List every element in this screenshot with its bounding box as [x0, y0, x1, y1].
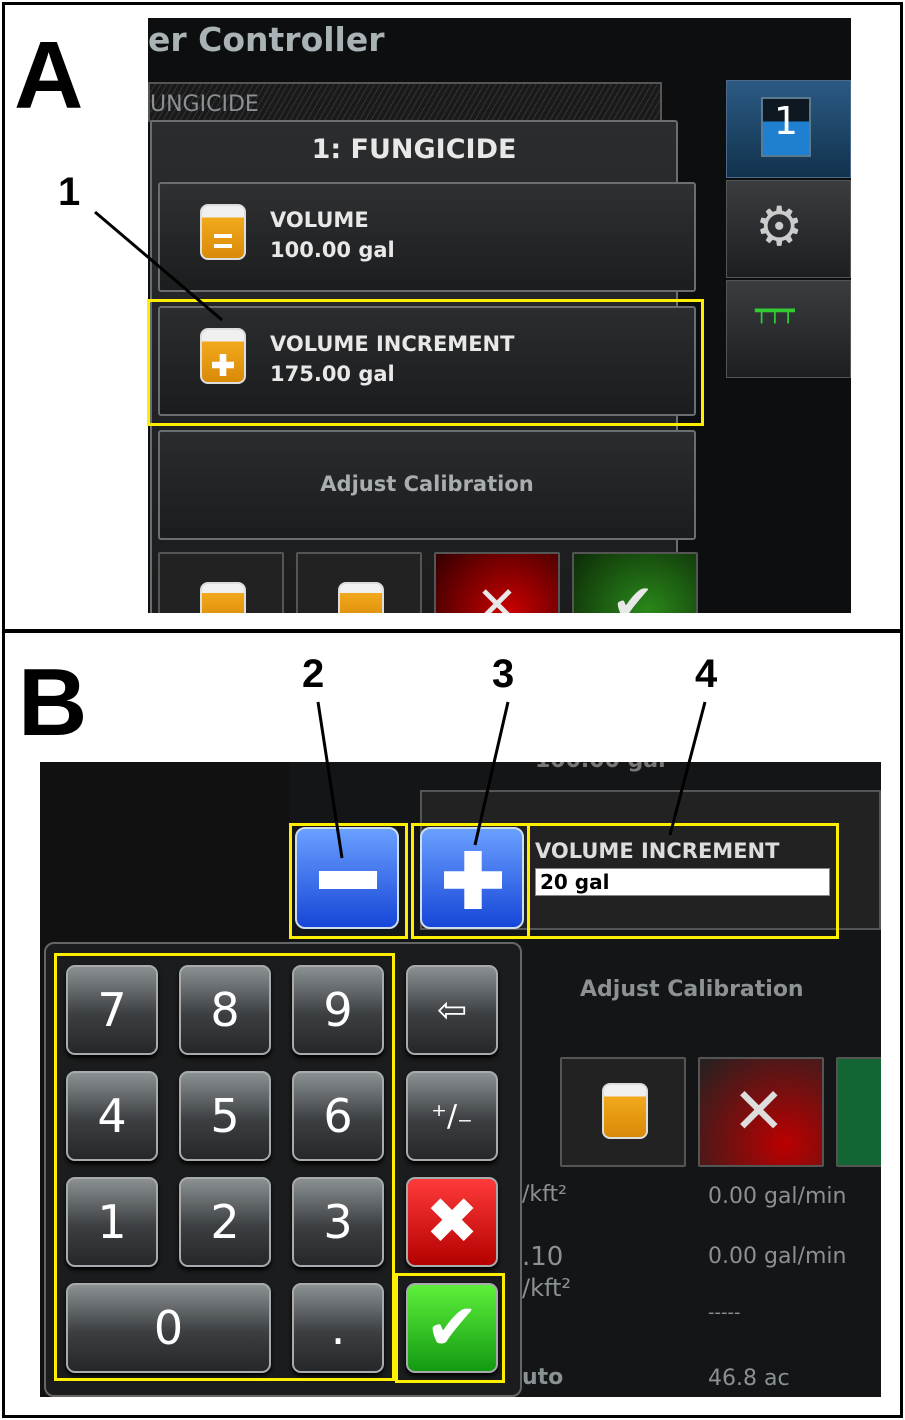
- highlight-accept: [395, 1273, 505, 1383]
- rate-value: .10: [522, 1242, 564, 1272]
- plus-minus-icon: ⁺∕₋: [431, 1098, 473, 1134]
- rate-unit-2: /kft²: [522, 1274, 572, 1302]
- tank-plus-icon: [602, 1083, 648, 1139]
- plus-minus-button[interactable]: ⁺∕₋: [406, 1071, 498, 1161]
- backspace-icon: ⇦: [436, 989, 468, 1031]
- callout-1-leader: [94, 210, 223, 322]
- cancel-button[interactable]: ✖: [406, 1177, 498, 1267]
- cancel-icon: ✖: [425, 1185, 479, 1259]
- tank-add-button[interactable]: [560, 1057, 686, 1167]
- speed-value: -----: [708, 1302, 741, 1323]
- rate-unit: /kft²: [522, 1182, 567, 1207]
- highlight-keypad: [54, 953, 395, 1381]
- flow-rate-2: 0.00 gal/min: [708, 1244, 847, 1269]
- adjust-calibration-label: Adjust Calibration: [580, 977, 804, 1002]
- accept-tile[interactable]: [836, 1057, 881, 1167]
- flow-rate-1: 0.00 gal/min: [708, 1184, 847, 1209]
- backspace-button[interactable]: ⇦: [406, 965, 498, 1055]
- mode-label: uto: [522, 1365, 564, 1390]
- cancel-tile[interactable]: ✕: [698, 1057, 824, 1167]
- area-value: 46.8 ac: [708, 1366, 790, 1391]
- callout-leaders: [316, 701, 707, 859]
- cancel-icon: ✕: [732, 1075, 786, 1149]
